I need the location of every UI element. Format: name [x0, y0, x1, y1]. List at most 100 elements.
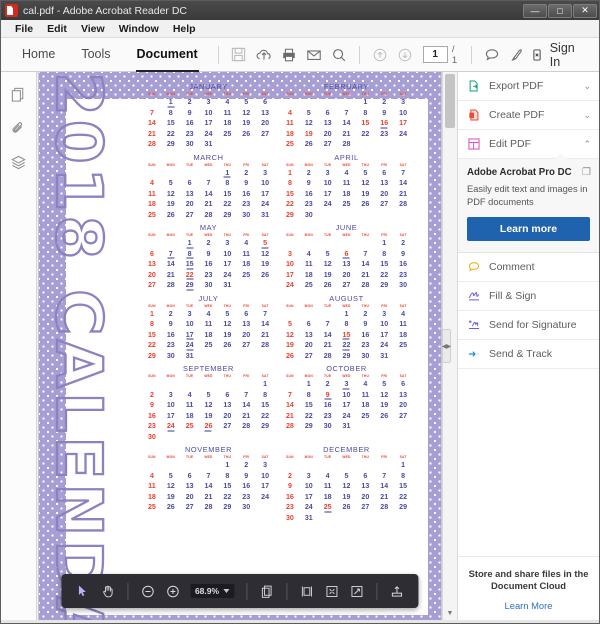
fit-page-icon[interactable] [320, 580, 343, 603]
day-cell: 15 [399, 482, 408, 490]
minimize-button[interactable]: — [523, 3, 547, 18]
weekday-header: SAT [399, 455, 407, 459]
day-cell: 2 [244, 461, 249, 469]
day-cell: 3 [263, 168, 268, 177]
day-cell: 22 [361, 129, 370, 138]
day-cell: 2 [382, 98, 387, 106]
weekday-header: MON [304, 374, 313, 378]
close-button[interactable]: ✕ [573, 3, 597, 18]
save-icon[interactable] [226, 42, 251, 68]
document-cloud-learn-more-link[interactable]: Learn More [468, 600, 589, 611]
scroll-down-arrow[interactable]: ▼ [443, 607, 457, 620]
day-grid: ....123456789101112131415161718192021222… [281, 97, 413, 150]
document-viewport[interactable]: 2018 CALENDAR JANUARYSUNMONTUEWEDTHUFRIS… [37, 72, 442, 620]
day-cell: 21 [285, 411, 294, 420]
day-cell: 8 [180, 249, 199, 260]
learn-more-button[interactable]: Learn more [467, 217, 590, 242]
panel-collapse-handle[interactable]: ◀▶ [442, 329, 451, 363]
month-block: APRIL SUN MON TUE WED THU FRI SAT 1 2 3 4 5 6 7 8 9 10 11 1… [281, 153, 413, 221]
right-panel-item-send-and-track[interactable]: Send & Track [458, 340, 599, 370]
float-divider-1 [126, 582, 128, 600]
chevron-down-icon-export[interactable]: ⌄ [583, 81, 591, 92]
day-cell: 23 [304, 200, 313, 208]
right-panel-item-fill-sign[interactable]: Fill & Sign [458, 282, 599, 312]
day-cell: 29 [180, 280, 199, 291]
day-cell: 3 [168, 390, 173, 399]
day-cell: 4 [149, 179, 154, 187]
day-cell: 7 [161, 249, 180, 260]
continuous-scroll-icon[interactable] [295, 580, 318, 603]
right-panel-item-edit-pdf[interactable]: Edit PDF ⌃ [458, 130, 599, 159]
email-icon[interactable] [302, 42, 327, 68]
menu-file[interactable]: File [8, 20, 40, 38]
day-cell: 31 [380, 351, 389, 360]
chevron-down-icon-create[interactable]: ⌄ [583, 110, 591, 121]
tab-home[interactable]: Home [9, 38, 68, 72]
right-panel-item-create-pdf[interactable]: Create PDF ⌄ [458, 101, 599, 130]
page-thumbnails-icon[interactable] [9, 84, 29, 104]
day-cell: 3 [325, 168, 330, 177]
tab-tools[interactable]: Tools [68, 38, 123, 72]
day-cell: 17 [342, 401, 351, 409]
day-cell: 23 [361, 341, 370, 349]
cursor-select-icon[interactable] [71, 580, 94, 603]
month-block: SEPTEMBERSUNMONTUEWEDTHUFRISAT......1234… [143, 364, 275, 442]
day-cell: 29 [223, 503, 232, 511]
day-cell: 5 [363, 168, 368, 177]
day-cell: 6 [263, 98, 268, 106]
menu-edit[interactable]: Edit [40, 20, 74, 38]
day-cell: 18 [342, 189, 351, 198]
day-cell: 8 [149, 320, 154, 328]
arrow-up-circle-icon[interactable] [367, 42, 392, 68]
menu-window[interactable]: Window [112, 20, 166, 38]
day-cell: 11 [342, 179, 351, 187]
search-icon[interactable] [327, 42, 352, 68]
day-grid: .....12345678910111213141516171819202122… [281, 238, 413, 291]
arrow-down-circle-icon[interactable] [392, 42, 417, 68]
weekday-header: SAT [261, 455, 269, 459]
zoom-in-icon[interactable] [161, 580, 184, 603]
chevron-up-icon-edit[interactable]: ⌃ [583, 139, 591, 150]
right-panel-label-send-and-track: Send & Track [489, 348, 553, 361]
print-icon[interactable] [276, 42, 301, 68]
right-panel-label-create-pdf: Create PDF [489, 109, 545, 121]
highlight-icon[interactable] [504, 42, 529, 68]
day-cell: 26 [285, 351, 294, 360]
weekday-header: FRI [381, 455, 388, 459]
zoom-out-icon[interactable] [136, 580, 159, 603]
zoom-level-dropdown[interactable]: 68.9% [189, 584, 235, 598]
share-upload-icon[interactable] [385, 580, 408, 603]
maximize-button[interactable]: □ [548, 3, 572, 18]
comment-icon[interactable] [479, 42, 504, 68]
single-page-icon[interactable] [255, 580, 278, 603]
day-cell: 23 [323, 411, 332, 420]
day-cell: 8 [382, 249, 387, 258]
scrollbar-thumb[interactable] [445, 74, 455, 128]
fit-width-icon[interactable] [345, 580, 368, 603]
page-number-input[interactable]: 1 [422, 46, 448, 63]
right-panel-item-export-pdf[interactable]: Export PDF ⌄ [458, 72, 599, 101]
upload-cloud-icon[interactable] [251, 42, 276, 68]
day-cell: 20 [361, 492, 370, 501]
attachments-icon[interactable] [9, 118, 29, 138]
day-cell: 13 [185, 189, 194, 198]
document-scrollbar[interactable]: ▲ ▼ ◀▶ [442, 72, 457, 620]
day-cell: 11 [361, 390, 370, 399]
sign-in-area[interactable]: Sign In [530, 41, 591, 69]
day-cell-empty: . [318, 460, 337, 471]
right-panel-item-comment[interactable]: Comment [458, 253, 599, 283]
layers-icon[interactable] [9, 152, 29, 172]
day-cell: 19 [204, 411, 213, 420]
menu-help[interactable]: Help [166, 20, 203, 38]
menu-view[interactable]: View [74, 20, 112, 38]
hand-pan-icon[interactable] [96, 580, 119, 603]
day-grid: ......1234567891011121314151617181920212… [143, 379, 275, 442]
tab-document[interactable]: Document [124, 38, 211, 72]
day-cell: 18 [242, 260, 251, 268]
day-cell: 1 [382, 239, 387, 247]
day-cell-empty: . [199, 168, 218, 179]
right-panel-item-send-for-signature[interactable]: Send for Signature [458, 311, 599, 341]
day-cell-empty: . [337, 97, 356, 108]
day-cell: 12 [285, 330, 294, 339]
day-cell-empty: . [337, 460, 356, 471]
